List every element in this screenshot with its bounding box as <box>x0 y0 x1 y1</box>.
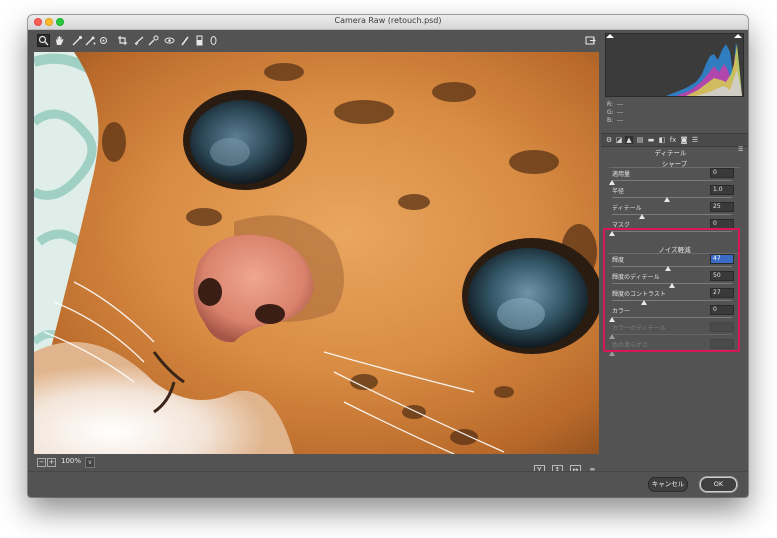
luminance-detail-field[interactable]: 50 <box>710 271 734 281</box>
luminance-field[interactable]: 47 <box>710 254 734 264</box>
adjustment-brush-tool-icon[interactable] <box>180 35 191 46</box>
color-noise-thumb[interactable] <box>609 317 615 322</box>
ok-button[interactable]: OK <box>700 477 737 492</box>
zoom-level: 100% <box>61 457 82 465</box>
sharpen-amount-slider[interactable] <box>612 180 732 181</box>
camera-calibration-tab-icon[interactable]: ◙ <box>680 136 688 144</box>
image-canvas[interactable] <box>34 52 599 454</box>
cancel-button[interactable]: キャンセル <box>648 477 688 492</box>
sharpen-masking-slider[interactable] <box>612 231 732 232</box>
sharpen-radius-thumb[interactable] <box>664 197 671 202</box>
basic-tab-icon[interactable]: ⚙ <box>605 136 613 144</box>
camera-raw-window: Camera Raw (retouch.psd) − + 100% ∨ Y ↕ … <box>28 15 748 497</box>
rgb-readout: R: --- G: --- B: --- <box>607 101 625 125</box>
hand-tool-icon[interactable] <box>54 35 65 46</box>
sharpen-masking-field[interactable]: 0 <box>710 219 734 229</box>
color-noise-slider[interactable] <box>612 317 732 318</box>
histogram <box>605 33 744 97</box>
color-smoothness-field <box>710 339 734 349</box>
dialog-footer: キャンセル OK <box>28 471 748 497</box>
panel-tabs: ⚙ ◪ ▲ ▤ ▬ ◧ fx ◙ ☰ <box>601 133 748 147</box>
luminance-contrast-thumb[interactable] <box>641 300 648 305</box>
r-value: --- <box>616 101 624 108</box>
color-smoothness-thumb <box>609 351 615 356</box>
canvas-footer: − + 100% ∨ Y ↕ ↔ ≡ <box>34 455 599 476</box>
tone-curve-tab-icon[interactable]: ◪ <box>615 136 623 144</box>
luminance-slider[interactable] <box>612 266 732 267</box>
g-value: --- <box>616 109 624 116</box>
presets-tab-icon[interactable]: ☰ <box>691 136 699 144</box>
color-noise-label: カラー <box>612 308 631 315</box>
sharpen-masking-thumb[interactable] <box>609 231 615 236</box>
sharpen-detail-slider[interactable] <box>612 214 732 215</box>
graduated-filter-tool-icon[interactable] <box>194 35 205 46</box>
zoom-out-button[interactable]: − <box>37 458 46 467</box>
luminance-detail-label: 輝度のディテール <box>612 274 660 281</box>
color-smoothness-slider <box>612 351 732 352</box>
split-toning-tab-icon[interactable]: ▬ <box>647 136 655 144</box>
luminance-contrast-slider[interactable] <box>612 300 732 301</box>
color-sampler-tool-icon[interactable] <box>85 35 96 46</box>
targeted-adjustment-tool-icon[interactable] <box>98 35 109 46</box>
color-detail-label: カラーのディテール <box>612 325 666 332</box>
panel-title: ディテール <box>654 149 687 157</box>
sharpen-radius-label: 半径 <box>612 188 625 195</box>
sharpen-detail-thumb[interactable] <box>639 214 645 219</box>
luminance-contrast-label: 輝度のコントラスト <box>612 291 666 298</box>
sharpen-detail-field[interactable]: 25 <box>710 202 734 212</box>
luminance-contrast-field[interactable]: 27 <box>710 288 734 298</box>
straighten-tool-icon[interactable] <box>134 35 145 46</box>
zoom-tool-icon[interactable] <box>37 34 50 47</box>
red-eye-tool-icon[interactable] <box>164 35 175 46</box>
hsl-tab-icon[interactable]: ▤ <box>636 136 644 144</box>
luminance-label: 輝度 <box>612 257 625 264</box>
panel-menu-icon[interactable]: ☰ <box>738 147 745 153</box>
color-detail-field <box>710 322 734 332</box>
crop-tool-icon[interactable] <box>117 35 128 46</box>
luminance-thumb[interactable] <box>665 266 672 271</box>
white-balance-tool-icon[interactable] <box>72 35 83 46</box>
radial-filter-tool-icon[interactable] <box>208 35 219 46</box>
r-label: R: <box>607 101 614 108</box>
color-smoothness-label: 色の滑らかさ <box>612 342 649 349</box>
lens-corrections-tab-icon[interactable]: ◧ <box>658 136 666 144</box>
g-label: G: <box>607 109 614 116</box>
color-detail-slider <box>612 334 732 335</box>
sharpen-amount-label: 適用量 <box>612 171 631 178</box>
sharpen-amount-thumb[interactable] <box>609 180 615 185</box>
open-preferences-icon[interactable] <box>585 35 596 46</box>
zoom-in-button[interactable]: + <box>47 458 56 467</box>
b-value: --- <box>616 117 624 124</box>
window-title: Camera Raw (retouch.psd) <box>334 16 442 25</box>
sharpen-radius-field[interactable]: 1.0 <box>710 185 734 195</box>
sharpen-amount-field[interactable]: 0 <box>710 168 734 178</box>
color-detail-thumb <box>609 334 615 339</box>
detail-tab-icon[interactable]: ▲ <box>625 136 633 144</box>
title-bar: Camera Raw (retouch.psd) <box>28 15 748 30</box>
zoom-dropdown[interactable]: ∨ <box>85 457 95 468</box>
sharpen-radius-slider[interactable] <box>612 197 732 198</box>
adjustment-panel: R: --- G: --- B: --- ⚙ ◪ ▲ ▤ ▬ ◧ fx ◙ ☰ … <box>601 30 748 470</box>
effects-tab-icon[interactable]: fx <box>669 136 677 144</box>
color-noise-field[interactable]: 0 <box>710 305 734 315</box>
cat-photo <box>34 52 599 454</box>
luminance-detail-thumb[interactable] <box>669 283 675 288</box>
sharpen-masking-label: マスク <box>612 222 631 229</box>
b-label: B: <box>607 117 614 124</box>
sharpen-detail-label: ディテール <box>612 205 642 212</box>
spot-removal-tool-icon[interactable] <box>148 35 159 46</box>
